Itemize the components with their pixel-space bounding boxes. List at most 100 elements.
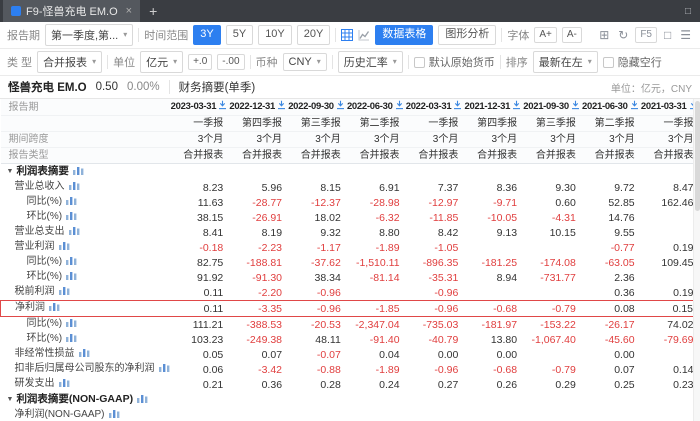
- font-decrease-button[interactable]: A-: [562, 27, 582, 43]
- stock-change: 0.00%: [127, 81, 160, 93]
- section-label[interactable]: ▼利润表摘要: [1, 164, 171, 181]
- decimal-decrease-button[interactable]: -.00: [217, 54, 244, 70]
- sort-select[interactable]: 最新在左 ▾: [533, 51, 598, 73]
- statement-type-select[interactable]: 合并报表 ▾: [37, 51, 102, 73]
- value-cell: -40.79: [406, 332, 465, 347]
- fx-rate-select[interactable]: 历史汇率 ▾: [338, 51, 403, 73]
- mini-chart-icon[interactable]: [66, 212, 77, 223]
- collapse-icon[interactable]: ▼: [7, 396, 14, 403]
- value-cell: 6.91: [347, 180, 406, 195]
- mini-chart-icon[interactable]: [69, 182, 80, 193]
- value-cell: 0.23: [641, 377, 700, 392]
- value-cell: -9.71: [464, 195, 523, 210]
- grid-layout-icon[interactable]: ⊞: [597, 29, 611, 41]
- column-download-icon[interactable]: [512, 102, 521, 113]
- column-download-icon[interactable]: [453, 102, 462, 113]
- mini-chart-icon[interactable]: [66, 272, 77, 283]
- decimal-increase-button[interactable]: +.0: [188, 54, 212, 70]
- menu-icon[interactable]: ☰: [678, 29, 693, 41]
- value-cell: -37.62: [288, 255, 347, 270]
- cell-empty: [464, 164, 523, 181]
- table-view-icon[interactable]: [341, 29, 353, 41]
- column-download-icon[interactable]: [277, 102, 286, 113]
- row-label: 研发支出: [1, 377, 171, 392]
- column-date: 2022-09-30: [288, 101, 334, 112]
- table-row: 净利润0.11-3.35-0.96-1.85-0.96-0.68-0.790.0…: [1, 301, 700, 317]
- new-tab-button[interactable]: +: [149, 4, 157, 18]
- column-download-icon[interactable]: [571, 102, 580, 113]
- value-cell: -0.07: [288, 347, 347, 362]
- value-cell: 0.28: [288, 377, 347, 392]
- mini-chart-icon[interactable]: [66, 334, 77, 345]
- mini-chart-icon[interactable]: [59, 242, 70, 253]
- popout-window-icon[interactable]: □: [662, 29, 673, 41]
- chevron-down-icon: ▾: [317, 58, 321, 66]
- unit-select[interactable]: 亿元 ▾: [140, 51, 183, 73]
- row-label: 净利润: [1, 301, 171, 317]
- app-tab[interactable]: F9-怪兽充电 EM.O ×: [3, 0, 140, 22]
- value-cell: 0.07: [229, 347, 288, 362]
- mini-chart-icon[interactable]: [73, 167, 84, 178]
- vertical-scrollbar[interactable]: [693, 99, 700, 421]
- view-name: 财务摘要(单季): [179, 79, 256, 95]
- section-row[interactable]: ▼利润表摘要: [1, 164, 700, 181]
- checkbox-icon[interactable]: [414, 57, 425, 68]
- mini-chart-icon[interactable]: [66, 257, 77, 268]
- column-download-icon[interactable]: [630, 102, 639, 113]
- currency-select[interactable]: CNY ▾: [283, 53, 327, 71]
- window-control-icon[interactable]: □: [685, 6, 691, 17]
- value-cell: 0.19: [641, 285, 700, 301]
- value-cell: [229, 408, 288, 421]
- font-increase-button[interactable]: A+: [534, 27, 557, 43]
- value-cell: 0.24: [347, 377, 406, 392]
- mini-chart-icon[interactable]: [49, 303, 60, 314]
- value-cell: 8.42: [406, 225, 465, 240]
- scrollbar-thumb[interactable]: [695, 101, 700, 211]
- sort-value: 最新在左: [539, 54, 583, 70]
- mini-chart-icon[interactable]: [69, 227, 80, 238]
- mini-chart-icon[interactable]: [59, 287, 70, 298]
- mini-chart-icon[interactable]: [79, 349, 90, 360]
- column-date-header: 2022-09-30: [288, 99, 347, 116]
- mini-chart-icon[interactable]: [109, 410, 120, 421]
- divider: [408, 55, 409, 69]
- range-10y-button[interactable]: 10Y: [258, 25, 292, 44]
- value-cell: -735.03: [406, 317, 465, 333]
- range-20y-button[interactable]: 20Y: [297, 25, 331, 44]
- column-date-header: 2022-03-31: [406, 99, 465, 116]
- divider: [332, 55, 333, 69]
- tab-close-icon[interactable]: ×: [126, 5, 132, 17]
- range-3y-button[interactable]: 3Y: [193, 25, 220, 44]
- original-currency-checkbox[interactable]: 默认原始货币: [414, 54, 495, 70]
- value-cell: -0.18: [171, 240, 230, 255]
- range-5y-button[interactable]: 5Y: [226, 25, 253, 44]
- divider: [501, 28, 502, 42]
- row-label: 营业利润: [1, 240, 171, 255]
- mini-chart-icon[interactable]: [159, 364, 170, 375]
- chart-analysis-button[interactable]: 图形分析: [438, 25, 496, 44]
- hide-empty-rows-checkbox[interactable]: 隐藏空行: [603, 54, 662, 70]
- column-download-icon[interactable]: [336, 102, 345, 113]
- mini-chart-icon[interactable]: [137, 395, 148, 406]
- collapse-icon[interactable]: ▼: [7, 168, 14, 175]
- column-download-icon[interactable]: [395, 102, 404, 113]
- chart-view-icon[interactable]: [358, 29, 370, 41]
- report-period-select[interactable]: 第一季度,第... ▾: [45, 24, 133, 46]
- value-cell: -896.35: [406, 255, 465, 270]
- empty-header-label: [1, 116, 171, 132]
- section-label[interactable]: ▼利润表摘要(NON-GAAP): [1, 392, 171, 408]
- mini-chart-icon[interactable]: [59, 379, 70, 390]
- section-row[interactable]: ▼利润表摘要(NON-GAAP): [1, 392, 700, 408]
- refresh-f5-button[interactable]: F5: [635, 27, 657, 43]
- refresh-icon[interactable]: ↻: [616, 29, 630, 41]
- mini-chart-icon[interactable]: [66, 197, 77, 208]
- column-date: 2021-09-30: [523, 101, 569, 112]
- table-row: 环比(%)38.15-26.9118.02-6.32-11.85-10.05-4…: [1, 210, 700, 225]
- column-download-icon[interactable]: [218, 102, 227, 113]
- mini-chart-icon[interactable]: [66, 319, 77, 330]
- data-table-button[interactable]: 数据表格: [375, 25, 433, 44]
- value-cell: -28.77: [229, 195, 288, 210]
- value-cell: -1.89: [347, 240, 406, 255]
- value-cell: [641, 225, 700, 240]
- checkbox-icon[interactable]: [603, 57, 614, 68]
